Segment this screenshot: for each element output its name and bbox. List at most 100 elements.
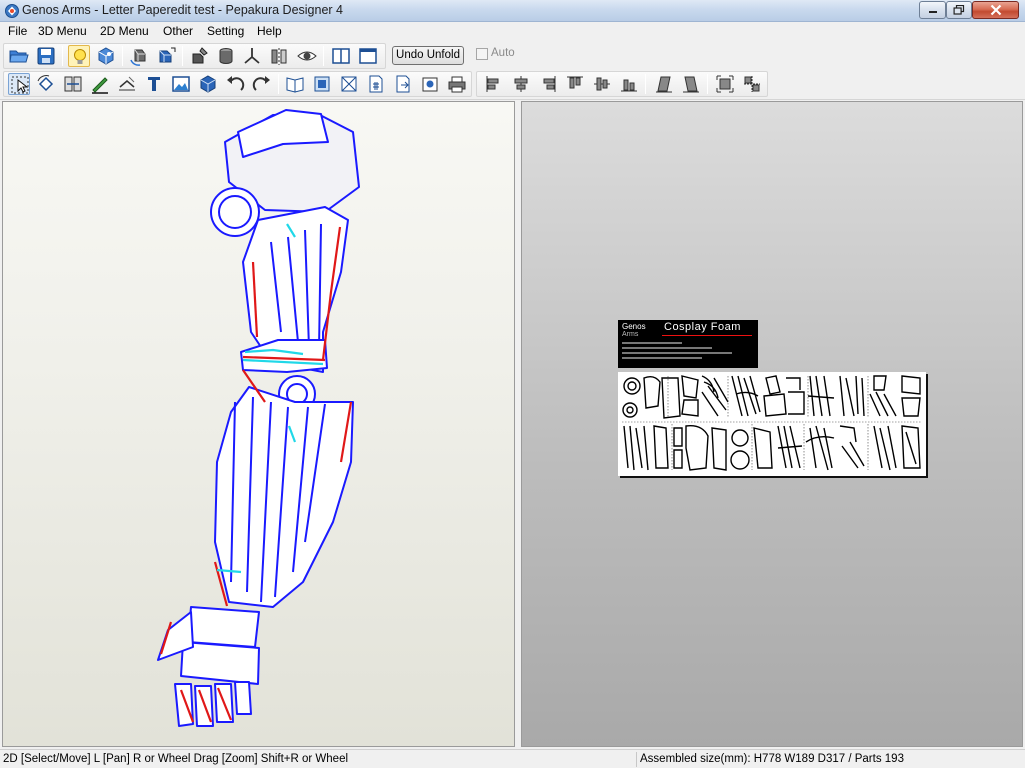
page-number-button[interactable] (365, 73, 387, 95)
edit-tool-button[interactable] (189, 45, 211, 67)
unfolded-pattern-sheet[interactable] (618, 372, 926, 476)
status-bar: 2D [Select/Move] L [Pan] R or Wheel Drag… (0, 749, 1025, 768)
undo-unfold-button[interactable]: Undo Unfold (392, 46, 464, 65)
rotate-model-button[interactable] (128, 45, 150, 67)
menu-file[interactable]: File (8, 24, 27, 38)
flip-button[interactable] (268, 45, 290, 67)
cylinder-button[interactable] (215, 45, 237, 67)
join-edge-icon (64, 76, 82, 92)
split-view-button[interactable] (330, 45, 352, 67)
auto-checkbox[interactable] (476, 48, 488, 60)
eye-icon (297, 51, 317, 61)
menu-help[interactable]: Help (257, 24, 282, 38)
draw-line-button[interactable] (89, 73, 111, 95)
redo-button[interactable] (251, 73, 273, 95)
status-assembled-size: Assembled size(mm): H778 W189 D317 / Par… (640, 753, 904, 765)
print-button[interactable] (446, 73, 468, 95)
distribute-button[interactable] (741, 73, 763, 95)
flap-button[interactable] (338, 73, 360, 95)
single-view-button[interactable] (357, 45, 379, 67)
print-preview-button[interactable] (419, 73, 441, 95)
align-center-v-button[interactable] (591, 73, 613, 95)
export-button[interactable] (392, 73, 414, 95)
status-divider (636, 752, 637, 767)
distribute-icon (744, 76, 760, 92)
pattern-title: Cosplay Foam (664, 321, 741, 333)
align-right-icon (543, 76, 556, 92)
align-top-button[interactable] (564, 73, 586, 95)
arrange-button[interactable] (311, 73, 333, 95)
close-button[interactable] (972, 1, 1019, 19)
save-icon (37, 47, 55, 65)
auto-checkbox-label: Auto (491, 47, 515, 59)
separator (645, 74, 646, 94)
2d-view-pane[interactable]: Genos Arms Cosplay Foam (521, 101, 1023, 747)
move-model-button[interactable] (155, 45, 177, 67)
brand-line-2: Arms (622, 331, 639, 338)
save-button[interactable] (35, 45, 57, 67)
menu-2d[interactable]: 2D Menu (100, 24, 149, 38)
print-icon (448, 76, 466, 93)
align-top-icon (567, 76, 583, 89)
3d-view-pane[interactable] (2, 101, 515, 747)
print-preview-icon (422, 77, 438, 92)
fit-page-icon (716, 75, 734, 93)
pattern-title-block: Genos Arms Cosplay Foam (618, 320, 758, 368)
open-button[interactable] (8, 45, 30, 67)
menu-3d[interactable]: 3D Menu (38, 24, 87, 38)
menu-setting[interactable]: Setting (207, 24, 244, 38)
menu-other[interactable]: Other (163, 24, 193, 38)
window-title: Genos Arms - Letter Paperedit test - Pep… (22, 3, 343, 17)
header-text-line (622, 357, 702, 359)
align-center-h-icon (514, 76, 528, 92)
align-bottom-icon (621, 79, 637, 92)
skew-left-button[interactable] (653, 73, 675, 95)
align-left-icon (486, 76, 499, 92)
title-bar[interactable]: Genos Arms - Letter Paperedit test - Pep… (0, 0, 1025, 22)
separator (182, 46, 183, 66)
flap-icon (341, 76, 357, 92)
axis-button[interactable] (241, 45, 263, 67)
rotate-icon (37, 75, 54, 92)
restore-icon (953, 5, 965, 15)
header-text-line (622, 347, 712, 349)
draw-line-icon (92, 77, 108, 94)
cube-move-icon (159, 47, 176, 63)
align-center-h-button[interactable] (510, 73, 532, 95)
join-edge-button[interactable] (62, 73, 84, 95)
menu-bar: File 3D Menu 2D Menu Other Setting Help (0, 22, 1025, 42)
fold-line-button[interactable] (116, 73, 138, 95)
align-left-button[interactable] (483, 73, 505, 95)
image-icon (172, 76, 190, 92)
book-button[interactable] (284, 73, 306, 95)
separator (323, 46, 324, 66)
cube-texture-icon (98, 47, 114, 65)
image-button[interactable] (170, 73, 192, 95)
header-text-line (622, 342, 682, 344)
cube-button[interactable] (197, 73, 219, 95)
light-bulb-icon (74, 49, 86, 64)
text-tool-icon (148, 77, 160, 91)
cylinder-icon (219, 48, 233, 64)
fold-line-icon (119, 76, 135, 91)
arm-3d-model (157, 109, 360, 727)
cube-icon (200, 75, 216, 93)
undo-button[interactable] (224, 73, 246, 95)
minimize-button[interactable] (919, 1, 946, 19)
page-number-icon (369, 75, 383, 93)
title-underline (662, 335, 752, 336)
view-button[interactable] (296, 45, 318, 67)
fit-page-button[interactable] (714, 73, 736, 95)
separator (122, 46, 123, 66)
align-right-button[interactable] (537, 73, 559, 95)
align-bottom-button[interactable] (618, 73, 640, 95)
separator (707, 74, 708, 94)
lighting-button[interactable] (68, 45, 90, 67)
select-move-button[interactable] (8, 73, 30, 95)
flip-icon (271, 48, 287, 65)
restore-button[interactable] (946, 1, 972, 19)
texture-button[interactable] (95, 45, 117, 67)
skew-right-button[interactable] (680, 73, 702, 95)
text-tool-button[interactable] (143, 73, 165, 95)
rotate-part-button[interactable] (35, 73, 57, 95)
